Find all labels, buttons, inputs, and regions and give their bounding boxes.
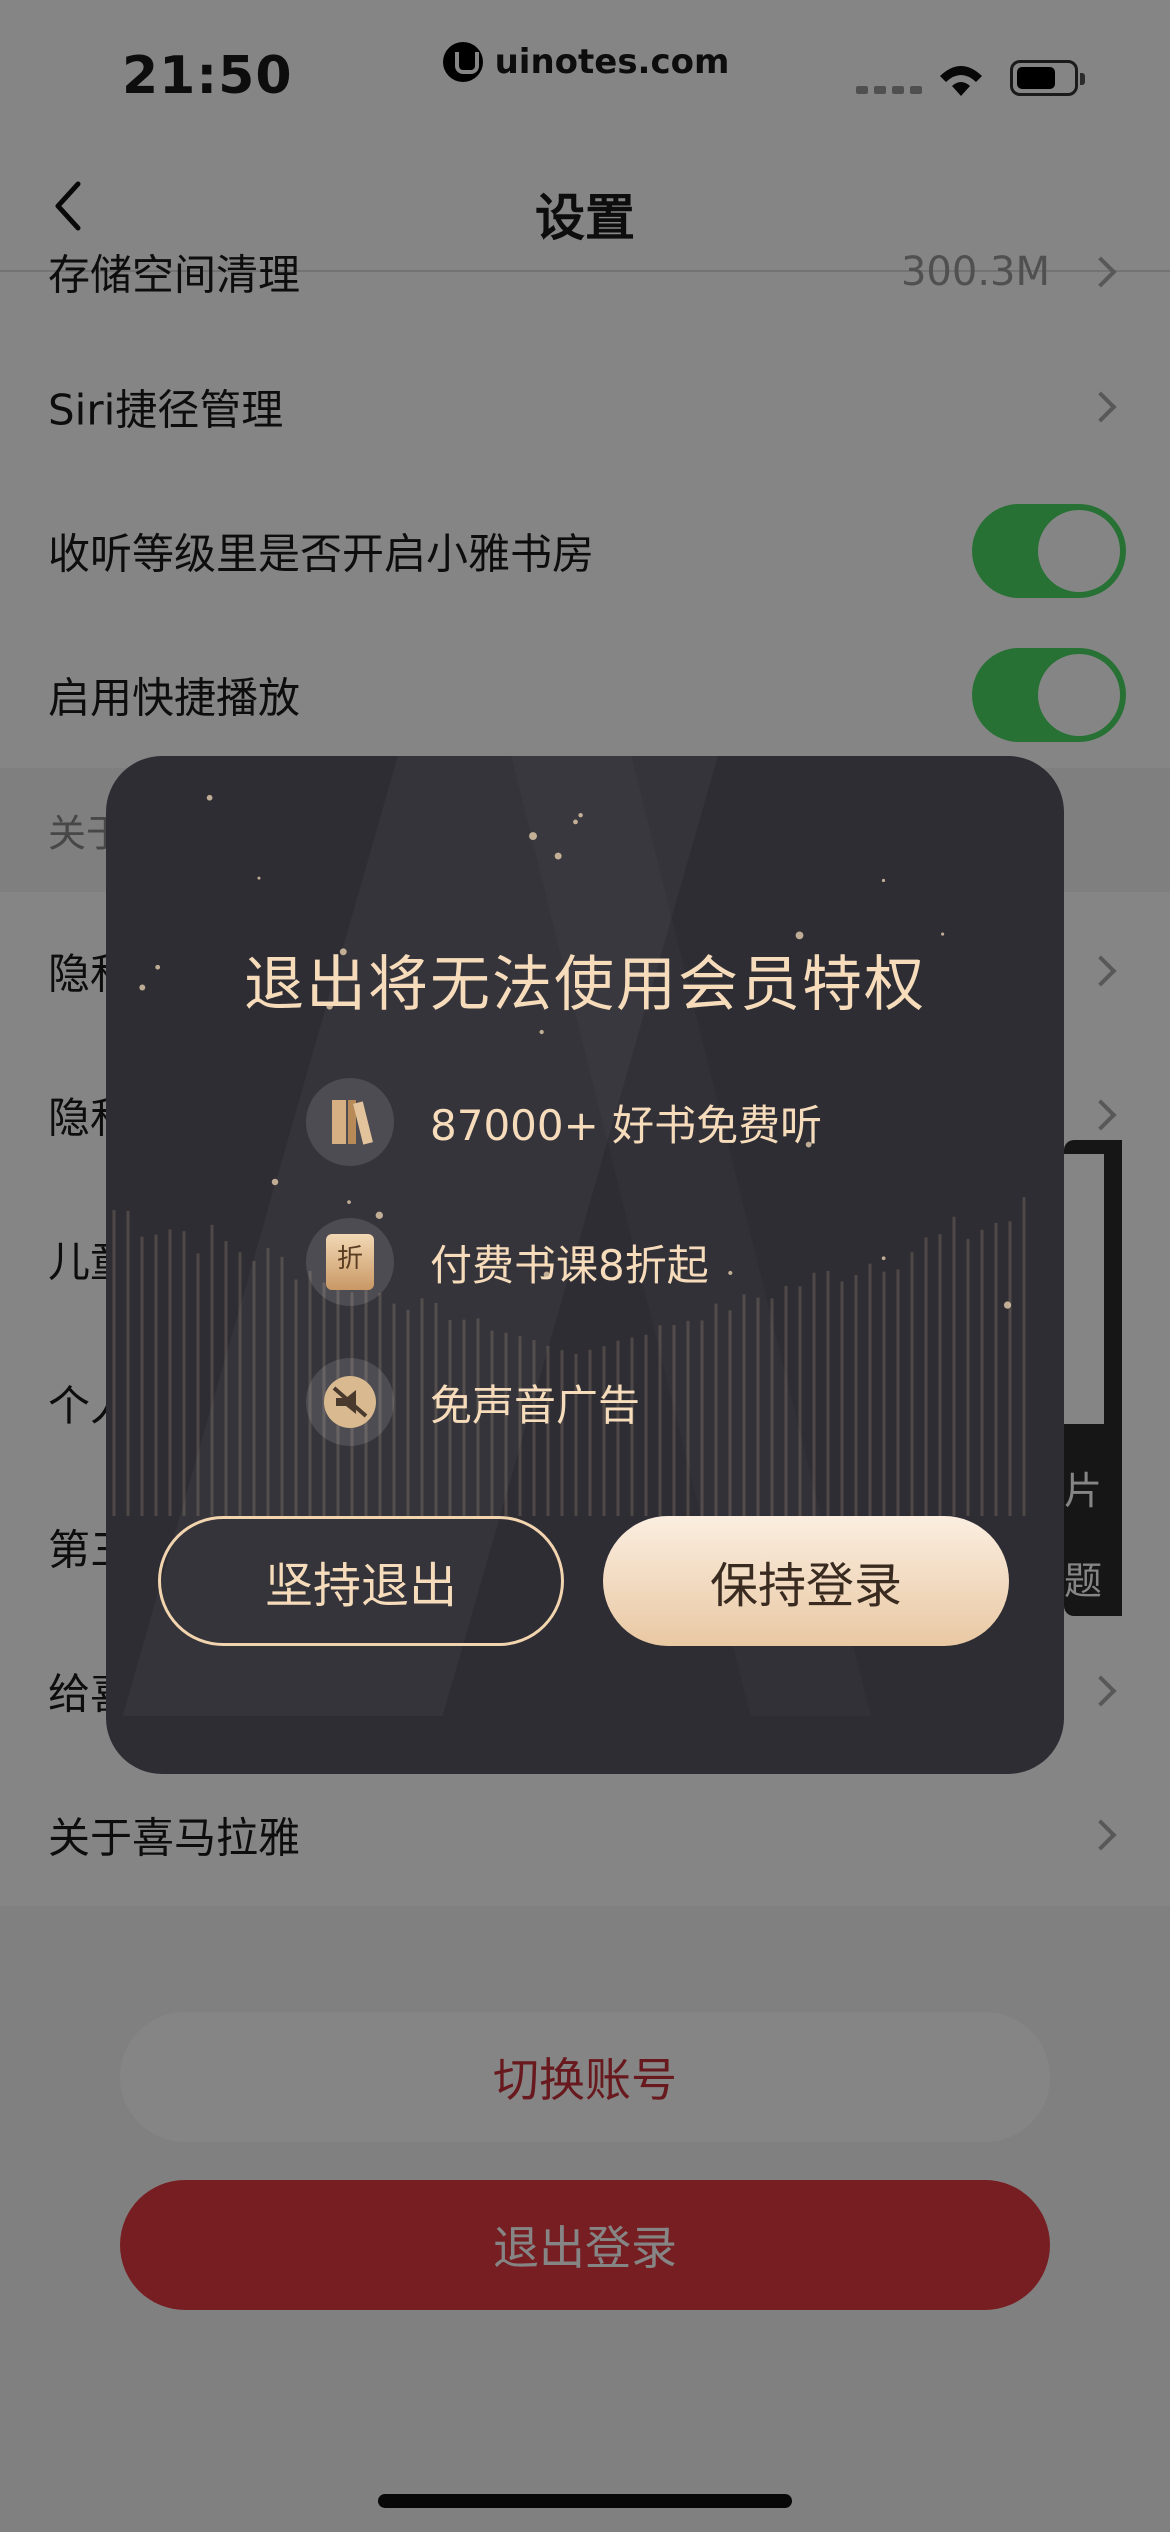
book-icon [306,1078,394,1166]
discount-icon: 折 [306,1218,394,1306]
benefit-text: 87000+ 好书免费听 [430,1100,823,1150]
benefit-item: 免声音广告 [306,1358,640,1446]
benefit-item: 87000+ 好书免费听 [306,1078,822,1166]
benefit-text: 付费书课8折起 [430,1240,709,1290]
benefit-item: 折 付费书课8折起 [306,1218,709,1306]
keep-login-button[interactable]: 保持登录 [603,1516,1009,1646]
discount-tag: 折 [326,1234,374,1290]
membership-exit-modal: 退出将无法使用会员特权 87000+ 好书免费听 折 付费书课8折起 免声音广告… [106,756,1064,1774]
no-ads-icon [306,1358,394,1446]
insist-quit-button[interactable]: 坚持退出 [158,1516,564,1646]
modal-title: 退出将无法使用会员特权 [244,950,926,1020]
benefit-text: 免声音广告 [430,1380,641,1430]
